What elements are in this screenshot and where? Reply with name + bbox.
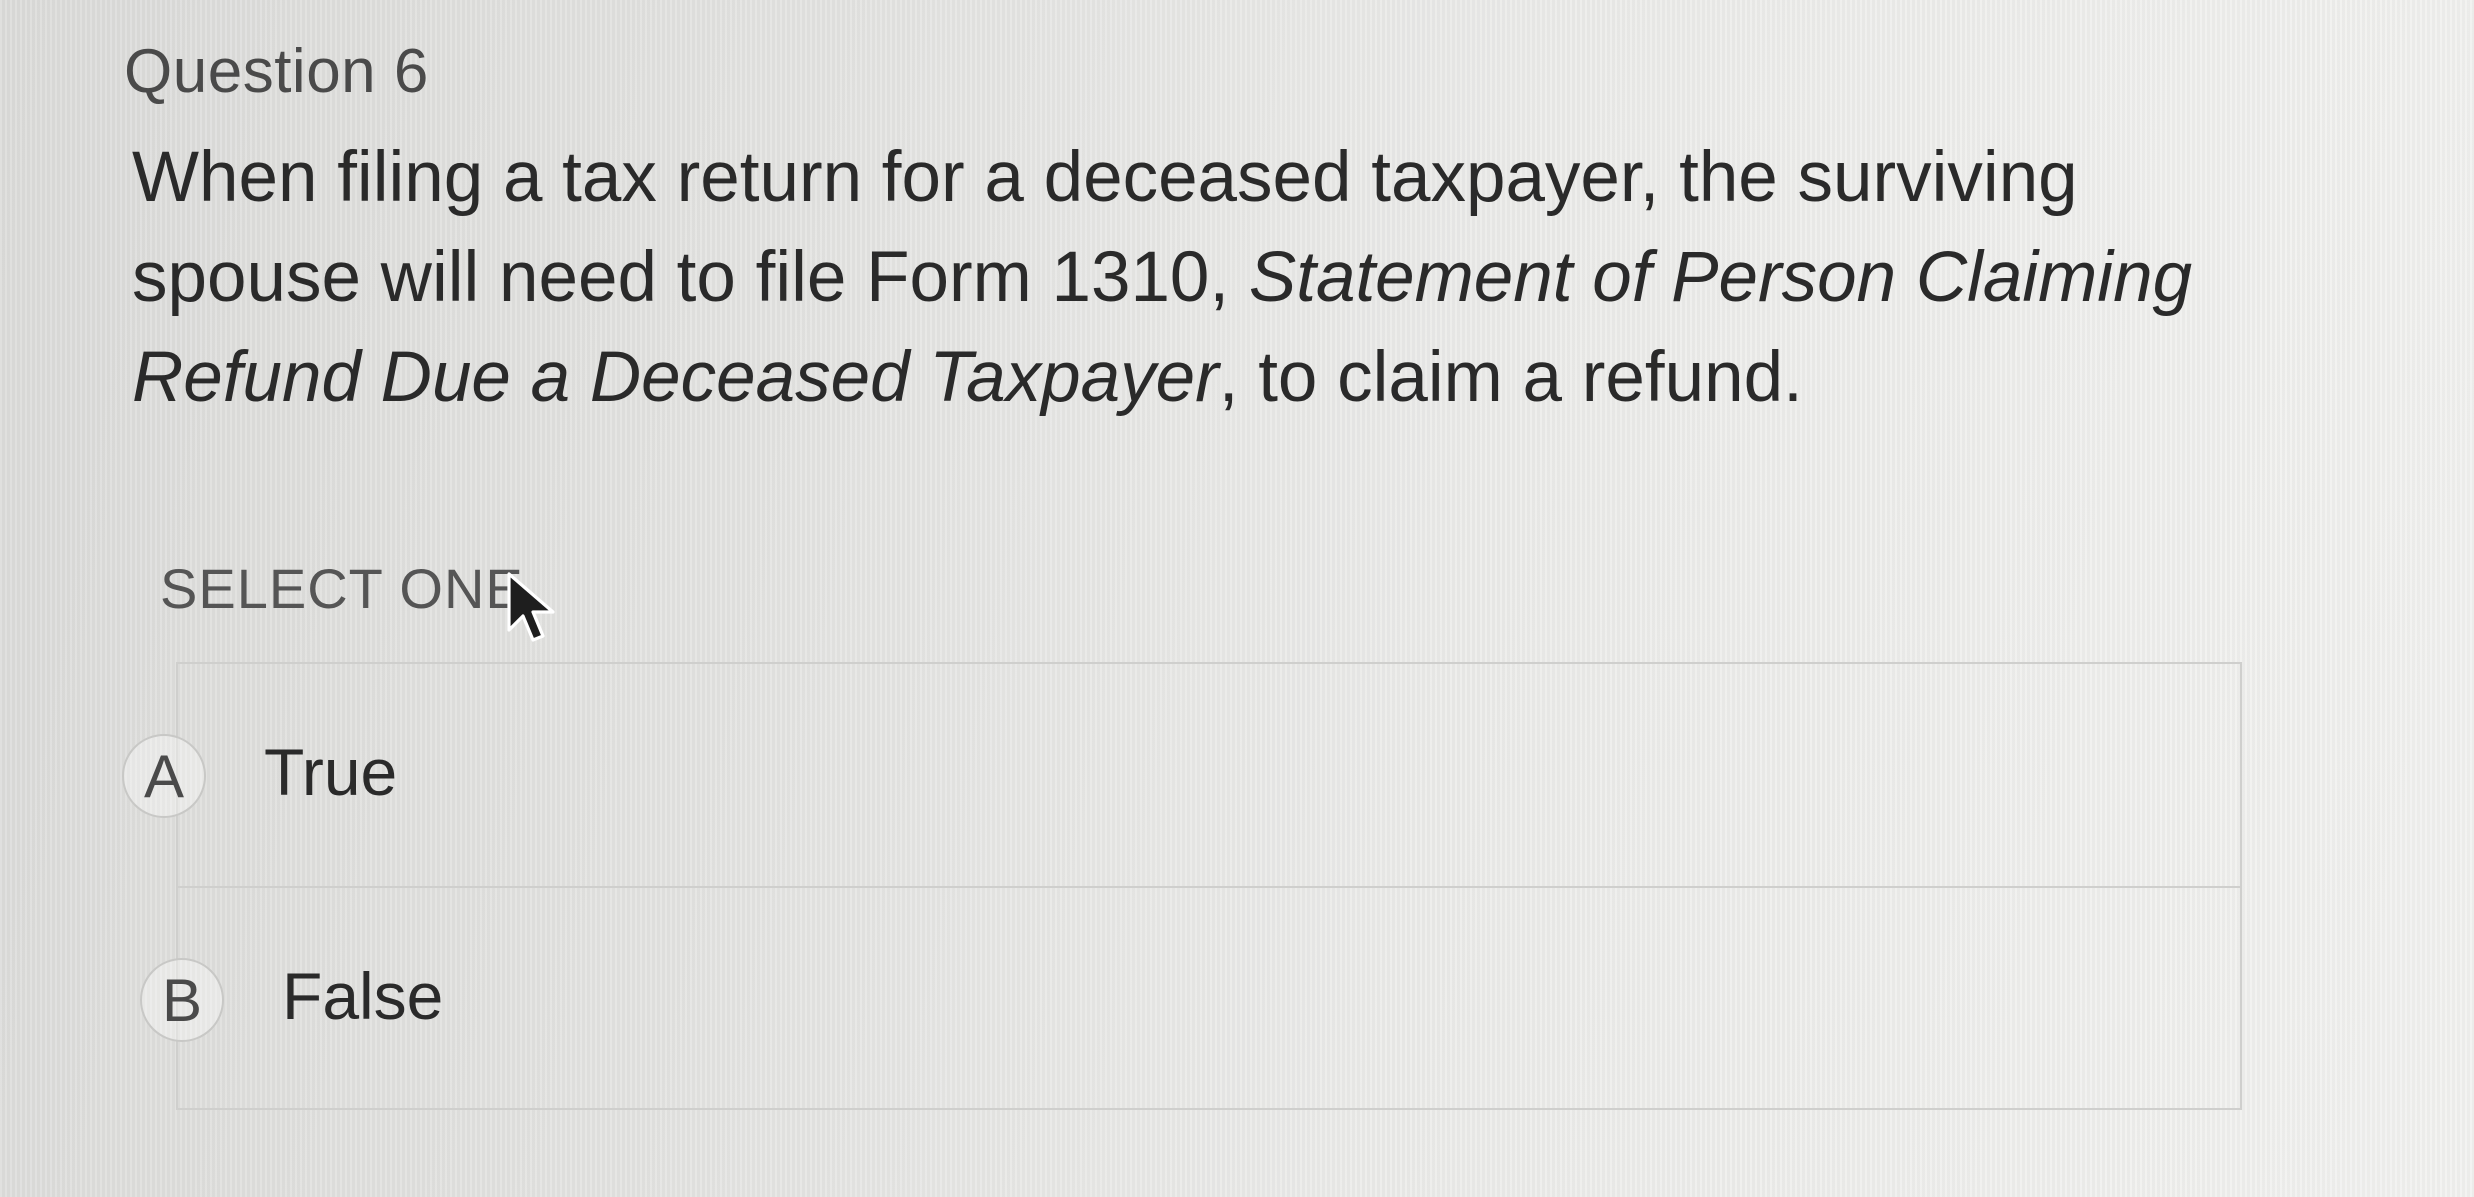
option-a-badge[interactable]: A — [122, 734, 206, 818]
option-a-label[interactable]: True — [264, 734, 397, 810]
quiz-page: Question 6 When filing a tax return for … — [0, 0, 2474, 1197]
mouse-pointer-icon — [507, 572, 555, 642]
option-true[interactable]: A True — [122, 664, 2240, 888]
question-text-part2: , to claim a refund. — [1218, 338, 1803, 417]
select-one-instruction: SELECT ONE — [160, 557, 524, 620]
option-false[interactable]: B False — [140, 888, 2240, 1112]
option-b-label[interactable]: False — [282, 958, 443, 1034]
option-b-badge[interactable]: B — [140, 958, 224, 1042]
answer-options: A True B False — [122, 662, 2242, 1112]
question-text: When filing a tax return for a deceased … — [132, 128, 2282, 428]
question-number: Question 6 — [124, 37, 429, 106]
